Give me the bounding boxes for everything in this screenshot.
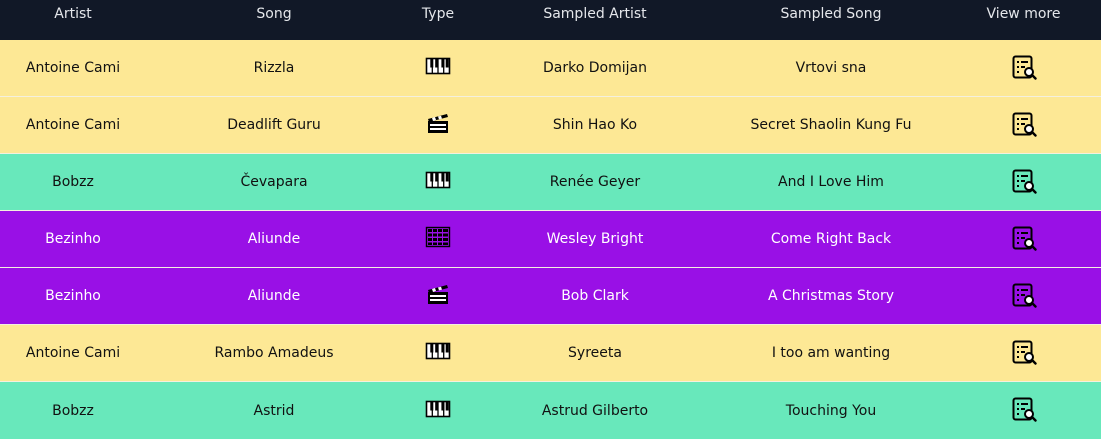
cell-sampled-song: Secret Shaolin Kung Fu [750, 117, 912, 133]
cell-sampled-song: Vrtovi sna [795, 60, 867, 76]
cell-view-more [946, 225, 1101, 254]
table-body: Antoine Cami Rizzla Darko Domijan Vrtovi sn… [0, 40, 1101, 439]
cell-artist: Antoine Cami [25, 60, 121, 76]
table-row: Bobzz Čevapara Renée Geyer And I Love Him [0, 154, 1101, 211]
cell-song: Rambo Amadeus [214, 345, 334, 361]
cell-artist: Antoine Cami [25, 117, 121, 133]
view-details-icon [1011, 339, 1037, 368]
view-details-icon [1011, 282, 1037, 311]
cell-song: Rizzla [253, 60, 295, 76]
table-row: Antoine Cami Rambo Amadeus Syreeta I too am… [0, 325, 1101, 382]
header-type: Type [421, 6, 455, 22]
view-details-icon [1011, 54, 1037, 83]
cell-type [402, 53, 474, 83]
cell-view-more [946, 339, 1101, 368]
cell-artist: Bezinho [45, 288, 101, 304]
view-more-button[interactable] [1011, 282, 1037, 311]
view-more-button[interactable] [1011, 225, 1037, 254]
header-view-more: View more [986, 6, 1061, 22]
cell-sampled-artist: Bob Clark [561, 288, 629, 304]
piano-icon [425, 396, 451, 426]
view-details-icon [1011, 168, 1037, 197]
view-more-button[interactable] [1011, 396, 1037, 425]
samples-table: Artist Song Type Sampled Artist Sampled … [0, 0, 1101, 439]
view-details-icon [1011, 225, 1037, 254]
cell-sampled-artist: Wesley Bright [546, 231, 644, 247]
clapperboard-icon [425, 110, 451, 140]
table-row: Bobzz Astrid Astrud Gilberto Touching You [0, 382, 1101, 439]
cell-sampled-artist: Shin Hao Ko [552, 117, 638, 133]
cell-sampled-artist: Astrud Gilberto [541, 402, 649, 419]
cell-sampled-artist: Darko Domijan [543, 60, 647, 76]
cell-view-more [946, 282, 1101, 311]
header-sampled-song: Sampled Song [780, 6, 882, 22]
cell-type [402, 224, 474, 254]
cell-type [402, 338, 474, 368]
cell-song: Čevapara [240, 174, 308, 190]
piano-icon [425, 167, 451, 197]
table-row: Bezinho Aliunde Bob Clark A Christmas Story [0, 268, 1101, 325]
cell-song: Aliunde [247, 231, 301, 247]
cell-song: Aliunde [247, 288, 301, 304]
cell-song: Astrid [253, 402, 295, 419]
cell-artist: Antoine Cami [25, 345, 121, 361]
clapperboard-icon [425, 281, 451, 311]
header-song: Song [256, 6, 292, 22]
view-details-icon [1011, 111, 1037, 140]
table-row: Antoine Cami Deadlift Guru Shin Hao Ko Secr… [0, 97, 1101, 154]
view-more-button[interactable] [1011, 54, 1037, 83]
cell-view-more [946, 111, 1101, 140]
cell-song: Deadlift Guru [227, 117, 321, 133]
cell-sampled-song: Touching You [785, 402, 877, 419]
view-more-button[interactable] [1011, 339, 1037, 368]
cell-type [402, 110, 474, 140]
drum-machine-icon [425, 224, 451, 254]
header-artist: Artist [54, 6, 92, 22]
cell-view-more [946, 396, 1101, 425]
cell-sampled-artist: Syreeta [568, 345, 622, 361]
cell-view-more [946, 168, 1101, 197]
piano-icon [425, 53, 451, 83]
view-details-icon [1011, 396, 1037, 425]
table-row: Bezinho Aliunde Wesley Bright Come Right Ba… [0, 211, 1101, 268]
cell-sampled-song: And I Love Him [778, 174, 884, 190]
cell-type [402, 281, 474, 311]
cell-sampled-artist: Renée Geyer [549, 174, 641, 190]
cell-sampled-song: I too am wanting [771, 345, 891, 361]
cell-view-more [946, 54, 1101, 83]
piano-icon [425, 338, 451, 368]
header-sampled-artist: Sampled Artist [543, 6, 647, 22]
cell-artist: Bobzz [52, 174, 94, 190]
cell-sampled-song: Come Right Back [770, 231, 892, 247]
table-header: Artist Song Type Sampled Artist Sampled … [0, 0, 1101, 40]
cell-type [402, 396, 474, 426]
cell-artist: Bobzz [52, 402, 94, 419]
cell-artist: Bezinho [45, 231, 101, 247]
cell-sampled-song: A Christmas Story [767, 288, 895, 304]
cell-type [402, 167, 474, 197]
table-row: Antoine Cami Rizzla Darko Domijan Vrtovi sn… [0, 40, 1101, 97]
view-more-button[interactable] [1011, 111, 1037, 140]
view-more-button[interactable] [1011, 168, 1037, 197]
